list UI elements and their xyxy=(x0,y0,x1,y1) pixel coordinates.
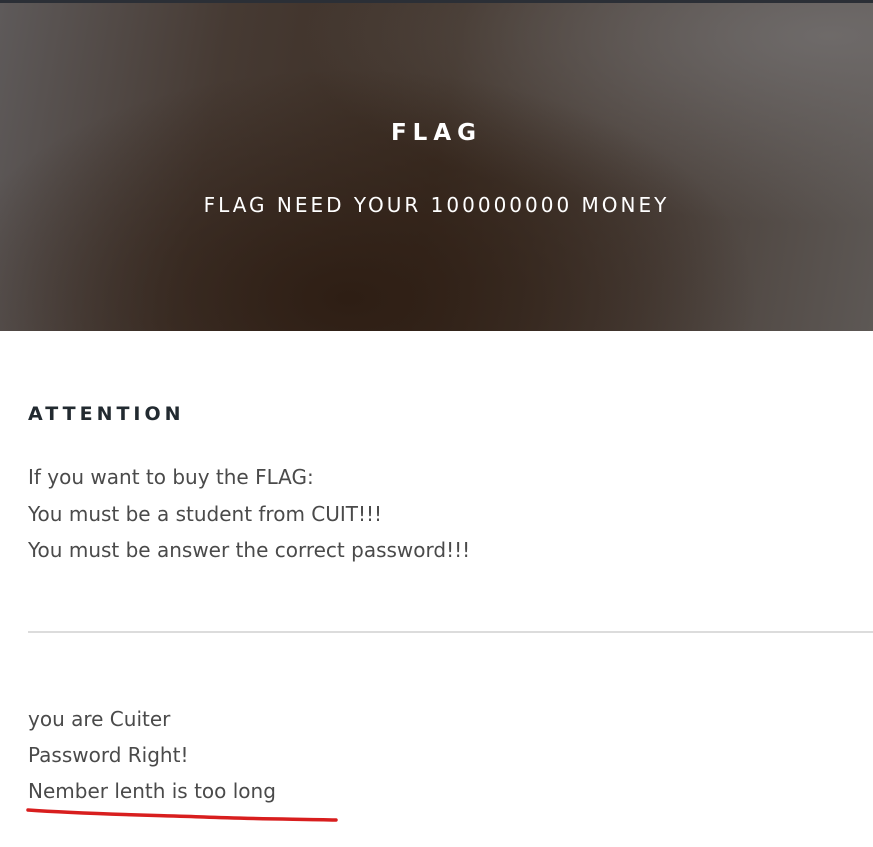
result-list: you are Cuiter Password Right! Nember le… xyxy=(28,701,276,809)
page-title: FLAG xyxy=(390,120,483,146)
section-divider xyxy=(28,631,873,633)
red-underline-annotation xyxy=(26,808,338,822)
result-line: Password Right! xyxy=(28,743,189,767)
result-line-error: Nember lenth is too long xyxy=(28,779,276,803)
attention-heading: ATTENTION xyxy=(28,403,185,425)
attention-line: You must be a student from CUIT!!! xyxy=(28,501,383,526)
attention-list: If you want to buy the FLAG: You must be… xyxy=(28,459,470,569)
hero-banner: FLAG FLAG NEED YOUR 100000000 MONEY xyxy=(0,3,873,331)
page-subtitle: FLAG NEED YOUR 100000000 MONEY xyxy=(203,193,670,217)
result-line: you are Cuiter xyxy=(28,707,171,731)
attention-line: If you want to buy the FLAG: xyxy=(28,465,314,489)
attention-line: You must be answer the correct password!… xyxy=(28,538,471,562)
red-underline-stroke xyxy=(26,808,338,822)
